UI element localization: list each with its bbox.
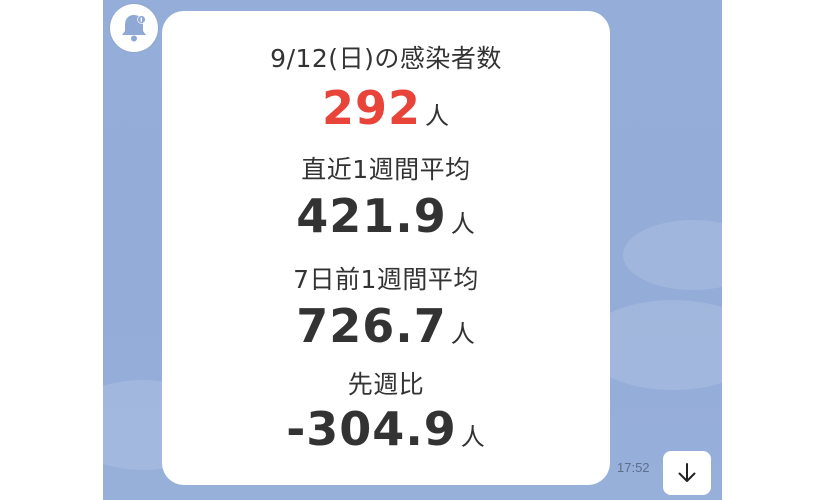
message-bubble: 9/12(日)の感染者数 292 人 直近1週間平均 421.9 人 7日前1週間平… bbox=[162, 11, 610, 485]
arrow-down-icon bbox=[678, 463, 696, 482]
bell-icon bbox=[122, 15, 146, 42]
message-timestamp: 17:52 bbox=[617, 460, 650, 475]
prev-avg-unit: 人 bbox=[450, 320, 476, 348]
date-label: 9/12(日)の感染者数 bbox=[270, 44, 502, 73]
ratio-row: -304.9 人 bbox=[162, 402, 610, 456]
cases-value: 292 bbox=[321, 81, 422, 135]
prev-avg-label: 7日前1週間平均 bbox=[293, 265, 479, 294]
bot-avatar[interactable] bbox=[110, 4, 158, 52]
prev-avg-value: 726.7 bbox=[296, 299, 447, 353]
avg-unit: 人 bbox=[450, 210, 476, 238]
avg-row: 421.9 人 bbox=[162, 189, 610, 243]
cloud-decoration bbox=[623, 220, 722, 290]
avg-label: 直近1週間平均 bbox=[301, 155, 471, 184]
chat-background: 9/12(日)の感染者数 292 人 直近1週間平均 421.9 人 7日前1週間平… bbox=[103, 0, 722, 500]
scroll-to-bottom-button[interactable] bbox=[663, 451, 711, 495]
avg-value: 421.9 bbox=[296, 189, 447, 243]
ratio-unit: 人 bbox=[460, 423, 486, 451]
prev-avg-row: 726.7 人 bbox=[162, 299, 610, 353]
ratio-value: -304.9 bbox=[286, 402, 457, 456]
cases-row: 292 人 bbox=[162, 81, 610, 135]
cases-unit: 人 bbox=[425, 102, 451, 130]
ratio-label: 先週比 bbox=[347, 370, 425, 399]
